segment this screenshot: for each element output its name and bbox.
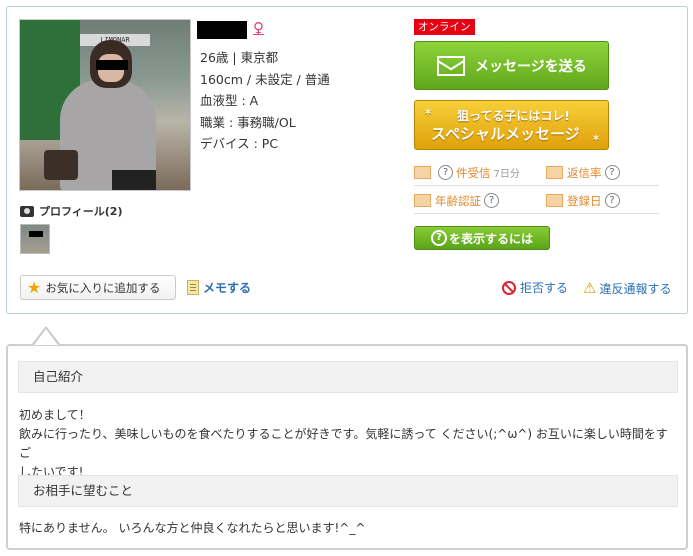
report-link[interactable]: ⚠ 違反通報する	[583, 279, 671, 297]
stats-row-2: 年齢認証 ? 登録日 ?	[414, 188, 659, 214]
show-info-button[interactable]: ? を表示するには	[414, 226, 550, 250]
reply-rate: 返信率 ?	[546, 165, 623, 181]
envelope-icon	[437, 55, 465, 76]
prohibited-icon	[502, 280, 516, 295]
registration-date: 登録日 ?	[546, 193, 623, 209]
self-intro-text: 初めまして！ 飲みに行ったり、美味しいものを食べたりすることが好きです。気軽に誘…	[19, 408, 668, 479]
id-card-icon	[414, 194, 431, 207]
special-message-button[interactable]: ✶ 狙ってる子にはコレ! スペシャルメッセージ ✶	[414, 100, 609, 150]
profile-card: LIMONAR ♀ 26歳 | 東京都 160cm / 未設定 / 普通 血液型…	[6, 6, 688, 314]
device: デバイス : PC	[200, 136, 279, 152]
memo-link[interactable]: メモする	[187, 279, 251, 296]
partner-wish-text: 特にありません。 いろんな方と仲良くなれたらと思います!^_^	[19, 521, 366, 535]
warning-icon: ⚠	[583, 279, 597, 297]
online-badge: オンライン	[414, 19, 475, 35]
blood-type: 血液型 : A	[200, 93, 259, 109]
reject-link[interactable]: 拒否する	[502, 279, 568, 296]
self-intro-heading: 自己紹介	[18, 361, 678, 393]
sparkle-icon: ✶	[423, 105, 434, 119]
photo-thumbnail[interactable]	[20, 224, 50, 254]
sparkle-icon: ✶	[591, 131, 602, 145]
profile-info: 26歳 | 東京都 160cm / 未設定 / 普通 血液型 : A 職業 : …	[200, 47, 330, 155]
female-gender-icon: ♀	[253, 19, 264, 37]
reply-mail-icon	[546, 166, 563, 179]
age-location: 26歳 | 東京都	[200, 50, 279, 65]
calendar-icon	[546, 194, 563, 207]
intro-panel: 自己紹介 初めまして！ 飲みに行ったり、美味しいものを食べたりすることが好きです…	[6, 344, 688, 550]
body-stats: 160cm / 未設定 / 普通	[200, 71, 330, 87]
mail-icon	[414, 166, 431, 179]
send-message-button[interactable]: メッセージを送る	[414, 41, 609, 90]
occupation: 職業 : 事務職/OL	[200, 114, 296, 130]
memo-pad-icon	[187, 280, 199, 295]
received-count: ? 件受信 7日分	[414, 165, 546, 181]
profile-photos-label: プロフィール(2)	[20, 203, 123, 219]
age-verification: 年齢認証 ?	[414, 193, 546, 209]
profile-photo[interactable]: LIMONAR	[19, 19, 191, 191]
stats-row-1: ? 件受信 7日分 返信率 ?	[414, 160, 659, 186]
partner-wish-heading: お相手に望むこと	[18, 475, 678, 507]
hidden-username	[197, 21, 247, 39]
camera-icon	[20, 205, 34, 217]
add-favorite-button[interactable]: ★ お気に入りに追加する	[20, 275, 176, 300]
question-icon: ?	[431, 230, 447, 246]
star-icon: ★	[27, 278, 42, 297]
